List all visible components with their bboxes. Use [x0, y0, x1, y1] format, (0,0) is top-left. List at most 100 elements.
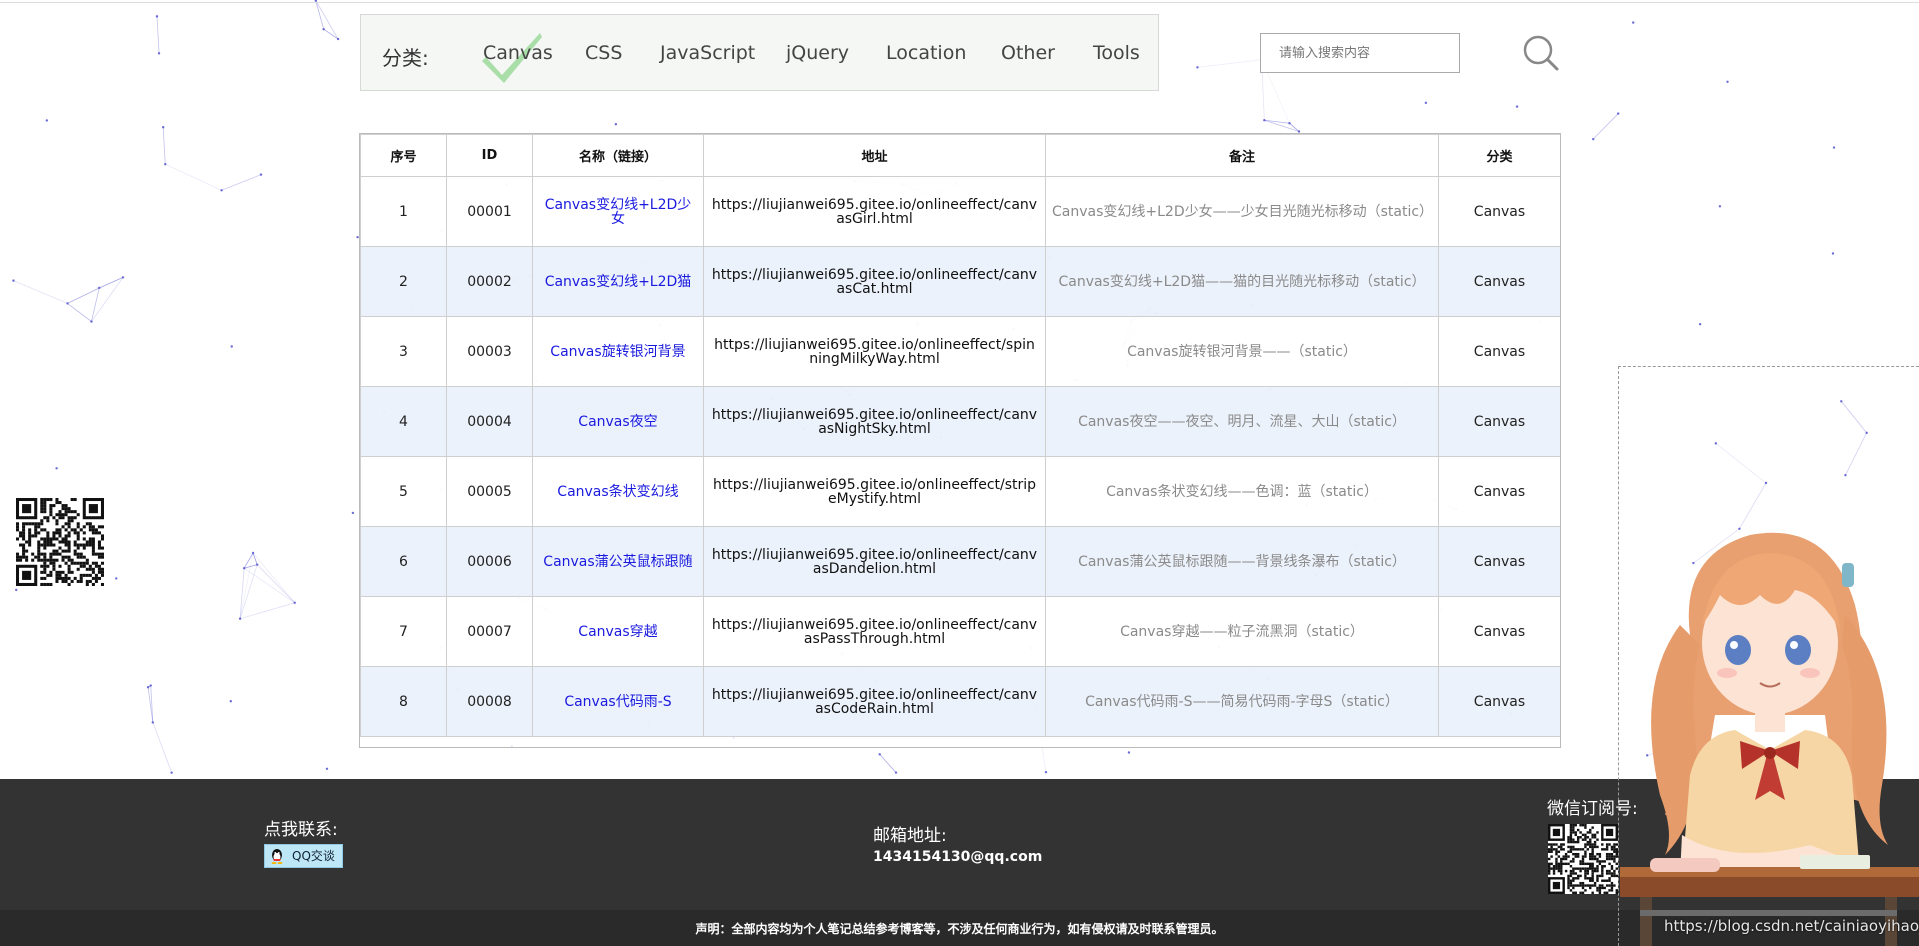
- search-icon[interactable]: [1522, 34, 1560, 72]
- particle-line: [162, 127, 166, 165]
- cell-num: 4: [360, 386, 447, 457]
- cell-note: Canvas代码雨-S——简易代码雨-字母S（static）: [1045, 666, 1439, 737]
- particle-dot: [15, 588, 18, 592]
- table-row: 2 00002 Canvas变幻线+L2D猫 https://liujianwe…: [360, 246, 1560, 317]
- header-note: 备注: [1045, 134, 1439, 177]
- cell-note: Canvas旋转银河背景——（static）: [1045, 316, 1439, 387]
- cell-num: 5: [360, 456, 447, 527]
- particle-dot: [614, 123, 618, 126]
- cell-category: Canvas: [1438, 666, 1560, 737]
- cell-num: 2: [360, 246, 447, 317]
- particle-dot: [1832, 146, 1836, 149]
- particle-dot: [146, 686, 150, 689]
- cell-address: https://liujianwei695.gitee.io/onlineeff…: [703, 386, 1046, 457]
- cell-address: https://liujianwei695.gitee.io/onlineeff…: [703, 526, 1046, 597]
- particle-dot: [170, 771, 173, 774]
- nav-item-css[interactable]: CSS: [585, 42, 622, 64]
- nav-item-jquery[interactable]: jQuery: [786, 42, 849, 64]
- cell-category: Canvas: [1438, 526, 1560, 597]
- cell-num: 1: [360, 176, 447, 247]
- cell-category: Canvas: [1438, 246, 1560, 317]
- particle-dot: [1424, 101, 1428, 105]
- table-row: 4 00004 Canvas夜空 https://liujianwei695.g…: [360, 386, 1560, 457]
- cell-name-link[interactable]: Canvas变幻线+L2D猫: [532, 246, 704, 317]
- header-num: 序号: [360, 134, 447, 177]
- nav-item-location[interactable]: Location: [886, 42, 966, 64]
- particle-dot: [55, 467, 58, 470]
- particle-dot: [1127, 751, 1131, 754]
- nav-item-javascript[interactable]: JavaScript: [660, 42, 755, 64]
- qq-button-label: QQ交谈: [292, 849, 335, 863]
- mail-address: 1434154130@qq.com: [873, 849, 1043, 865]
- table-row: 3 00003 Canvas旋转银河背景 https://liujianwei6…: [360, 316, 1560, 387]
- cell-num: 8: [360, 666, 447, 737]
- cell-address: https://liujianwei695.gitee.io/onlineeff…: [703, 176, 1046, 247]
- particle-line: [1197, 59, 1262, 68]
- cell-note: Canvas变幻线+L2D猫——猫的目光随光标移动（static）: [1045, 246, 1439, 317]
- particle-dot: [1044, 770, 1048, 774]
- cell-note: Canvas夜空——夜空、明月、流星、大山（static）: [1045, 386, 1439, 457]
- cell-note: Canvas穿越——粒子流黑洞（static）: [1045, 596, 1439, 667]
- cell-category: Canvas: [1438, 386, 1560, 457]
- cell-id: 00008: [446, 666, 533, 737]
- header-address: 地址: [703, 134, 1046, 177]
- particle-dot: [1196, 66, 1199, 69]
- particle-dot: [1632, 21, 1635, 24]
- particle-line: [13, 280, 68, 304]
- cell-num: 3: [360, 316, 447, 387]
- particle-line: [1592, 113, 1619, 140]
- particle-line: [67, 287, 100, 304]
- nav-item-canvas[interactable]: Canvas: [483, 42, 553, 64]
- cell-id: 00006: [446, 526, 533, 597]
- cell-id: 00004: [446, 386, 533, 457]
- cell-id: 00003: [446, 316, 533, 387]
- particle-dot: [1592, 137, 1595, 141]
- blog-watermark: https://blog.csdn.net/cainiaoyihao_: [1664, 917, 1919, 935]
- nav-item-other[interactable]: Other: [1001, 42, 1055, 64]
- cell-address: https://liujianwei695.gitee.io/onlineeff…: [703, 246, 1046, 317]
- table-header-row: 序号 ID 名称（链接） 地址 备注 分类: [360, 134, 1560, 177]
- header-name: 名称（链接）: [532, 134, 704, 177]
- nav-item-tools[interactable]: Tools: [1093, 42, 1140, 64]
- cell-name-link[interactable]: Canvas代码雨-S: [532, 666, 704, 737]
- cell-name-link[interactable]: Canvas旋转银河背景: [532, 316, 704, 387]
- particle-line: [165, 163, 222, 191]
- contact-label: 点我联系:: [264, 820, 338, 840]
- cell-name-link[interactable]: Canvas穿越: [532, 596, 704, 667]
- particle-dot: [351, 511, 355, 515]
- cell-category: Canvas: [1438, 456, 1560, 527]
- cell-num: 7: [360, 596, 447, 667]
- category-nav: 分类: Canvas CSS JavaScript jQuery Locatio…: [360, 14, 1159, 91]
- cell-id: 00005: [446, 456, 533, 527]
- category-label: 分类:: [382, 46, 429, 70]
- particle-dot: [325, 767, 329, 770]
- particle-dot: [259, 173, 263, 176]
- particle-line: [879, 754, 897, 773]
- cell-name-link[interactable]: Canvas夜空: [532, 386, 704, 457]
- cell-name-link[interactable]: Canvas条状变幻线: [532, 456, 704, 527]
- qq-chat-button[interactable]: QQ交谈: [264, 844, 343, 868]
- search-input[interactable]: [1260, 33, 1460, 73]
- cell-note: Canvas条状变幻线——色调：蓝（static）: [1045, 456, 1439, 527]
- qq-penguin-icon: [271, 849, 283, 864]
- particle-line: [315, 0, 325, 30]
- particle-dot: [229, 700, 233, 703]
- particle-dot: [1726, 80, 1729, 83]
- particle-dot: [1831, 252, 1835, 255]
- wechat-qr-code-icon: [1548, 824, 1618, 894]
- cell-category: Canvas: [1438, 176, 1560, 247]
- table-row: 8 00008 Canvas代码雨-S https://liujianwei69…: [360, 666, 1560, 737]
- live2d-girl-mascot[interactable]: [1620, 515, 1919, 946]
- table-row: 5 00005 Canvas条状变幻线 https://liujianwei69…: [360, 456, 1560, 527]
- header-id: ID: [446, 134, 533, 177]
- cell-name-link[interactable]: Canvas蒲公英鼠标跟随: [532, 526, 704, 597]
- particle-line: [239, 552, 254, 619]
- effects-table: 序号 ID 名称（链接） 地址 备注 分类 1 00001 Canvas变幻线+…: [359, 133, 1561, 748]
- particle-line: [315, 0, 339, 40]
- particle-dot: [164, 162, 167, 166]
- particle-line: [156, 16, 160, 54]
- cell-category: Canvas: [1438, 596, 1560, 667]
- cell-address: https://liujianwei695.gitee.io/onlineeff…: [703, 666, 1046, 737]
- particle-line: [252, 552, 258, 565]
- cell-name-link[interactable]: Canvas变幻线+L2D少女: [532, 176, 704, 247]
